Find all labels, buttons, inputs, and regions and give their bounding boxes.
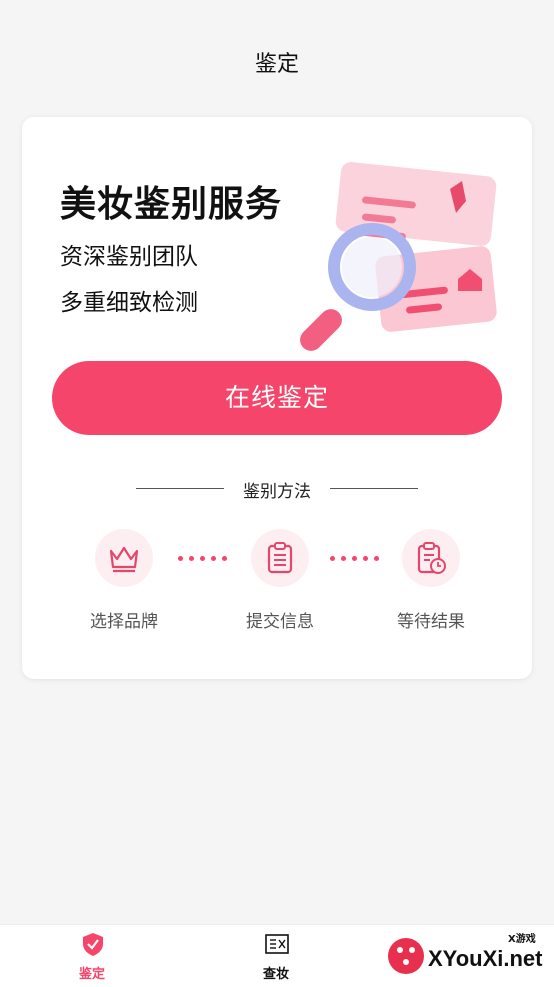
section-divider-right: [330, 488, 418, 489]
method-section-title: 鉴别方法: [243, 482, 311, 502]
hero-title: 美妆鉴别服务: [60, 184, 283, 225]
step-label-select-brand: 选择品牌: [90, 612, 158, 632]
tab-label-check-makeup: 查妆: [262, 967, 289, 982]
search-makeup-icon: [265, 934, 289, 954]
watermark-text: XYouXi.net: [428, 946, 543, 971]
crown-icon: [109, 546, 139, 573]
magnifier-documents-illustration: [300, 162, 497, 351]
tab-label-appraisal: 鉴定: [78, 967, 105, 982]
xyouxi-watermark-logo: XYouXi.net X游戏: [384, 926, 554, 984]
clipboard-clock-icon: [417, 542, 446, 574]
clipboard-list-icon: [267, 542, 293, 574]
page-title: 鉴定: [254, 52, 299, 77]
shield-check-icon: [83, 933, 103, 956]
online-appraisal-button[interactable]: 在线鉴定: [52, 361, 502, 435]
appraisal-card: 美妆鉴别服务 资深鉴别团队 多重细致检测 在线鉴定 鉴别方法 选择品牌 提交信息…: [22, 117, 532, 679]
step-label-wait-result: 等待结果: [397, 612, 465, 632]
step-submit-info: [251, 529, 309, 587]
tab-appraisal[interactable]: 鉴定: [42, 925, 142, 987]
hero-subtitle-detection: 多重细致检测: [60, 290, 198, 316]
step-wait-result: [402, 529, 460, 587]
watermark-badge: X游戏: [508, 932, 536, 945]
hero-subtitle-team: 资深鉴别团队: [60, 244, 198, 270]
step-label-submit-info: 提交信息: [246, 612, 314, 632]
tab-check-makeup[interactable]: 查妆: [226, 925, 326, 987]
step-select-brand: [95, 529, 153, 587]
step-connector-1: [178, 556, 227, 561]
step-connector-2: [330, 556, 379, 561]
header: 鉴定: [0, 0, 554, 118]
